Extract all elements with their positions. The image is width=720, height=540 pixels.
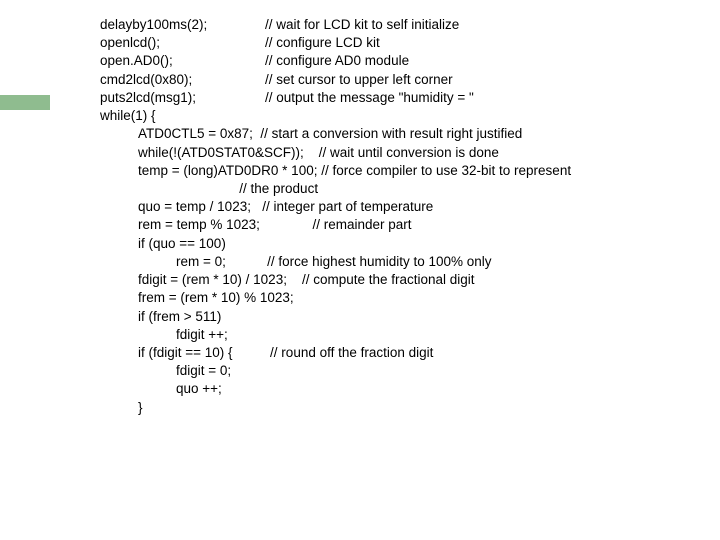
code-comment: // configure LCD kit xyxy=(265,35,380,50)
code-text: if (fdigit == 10) { // round off the fra… xyxy=(138,345,433,360)
code-text: puts2lcd(msg1); xyxy=(100,89,265,107)
code-line: rem = 0; // force highest humidity to 10… xyxy=(100,253,700,271)
code-text: if (frem > 511) xyxy=(138,309,221,324)
code-comment: // configure AD0 module xyxy=(265,53,409,68)
code-text: fdigit = 0; xyxy=(176,363,231,378)
code-line: open.AD0();// configure AD0 module xyxy=(100,52,700,70)
code-line: cmd2lcd(0x80);// set cursor to upper lef… xyxy=(100,71,700,89)
code-line: rem = temp % 1023; // remainder part xyxy=(100,216,700,234)
code-text: temp = (long)ATD0DR0 * 100; // force com… xyxy=(138,163,571,178)
code-text: while(1) { xyxy=(100,108,156,123)
code-line: while(1) { xyxy=(100,107,700,125)
code-comment: // set cursor to upper left corner xyxy=(265,72,453,87)
code-line: if (quo == 100) xyxy=(100,235,700,253)
code-comment: // wait for LCD kit to self initialize xyxy=(265,17,459,32)
code-text: quo ++; xyxy=(176,381,222,396)
code-line: temp = (long)ATD0DR0 * 100; // force com… xyxy=(100,162,700,180)
code-line: fdigit ++; xyxy=(100,326,700,344)
code-line: frem = (rem * 10) % 1023; xyxy=(100,289,700,307)
code-listing: delayby100ms(2);// wait for LCD kit to s… xyxy=(100,16,700,417)
code-comment: // output the message "humidity = " xyxy=(265,90,474,105)
code-line: puts2lcd(msg1);// output the message "hu… xyxy=(100,89,700,107)
code-line: if (fdigit == 10) { // round off the fra… xyxy=(100,344,700,362)
code-text: quo = temp / 1023; // integer part of te… xyxy=(138,199,433,214)
code-line: } xyxy=(100,399,700,417)
code-text: fdigit ++; xyxy=(176,327,228,342)
code-line: quo ++; xyxy=(100,380,700,398)
code-text: ATD0CTL5 = 0x87; // start a conversion w… xyxy=(138,126,522,141)
code-text: cmd2lcd(0x80); xyxy=(100,71,265,89)
code-text: rem = 0; // force highest humidity to 10… xyxy=(176,254,492,269)
code-line: openlcd();// configure LCD kit xyxy=(100,34,700,52)
code-text: frem = (rem * 10) % 1023; xyxy=(138,290,294,305)
code-text: openlcd(); xyxy=(100,34,265,52)
code-text: } xyxy=(138,400,143,415)
decorative-green-box xyxy=(0,95,50,110)
code-line: if (frem > 511) xyxy=(100,308,700,326)
code-line: ATD0CTL5 = 0x87; // start a conversion w… xyxy=(100,125,700,143)
code-line: delayby100ms(2);// wait for LCD kit to s… xyxy=(100,16,700,34)
code-text: open.AD0(); xyxy=(100,52,265,70)
code-text: if (quo == 100) xyxy=(138,236,226,251)
code-text: fdigit = (rem * 10) / 1023; // compute t… xyxy=(138,272,475,287)
code-line: quo = temp / 1023; // integer part of te… xyxy=(100,198,700,216)
code-line: fdigit = 0; xyxy=(100,362,700,380)
code-line: while(!(ATD0STAT0&SCF)); // wait until c… xyxy=(100,144,700,162)
code-line: fdigit = (rem * 10) / 1023; // compute t… xyxy=(100,271,700,289)
code-text: // the product xyxy=(138,181,318,196)
code-text: rem = temp % 1023; // remainder part xyxy=(138,217,412,232)
code-line: // the product xyxy=(100,180,700,198)
code-text: delayby100ms(2); xyxy=(100,16,265,34)
code-text: while(!(ATD0STAT0&SCF)); // wait until c… xyxy=(138,145,499,160)
